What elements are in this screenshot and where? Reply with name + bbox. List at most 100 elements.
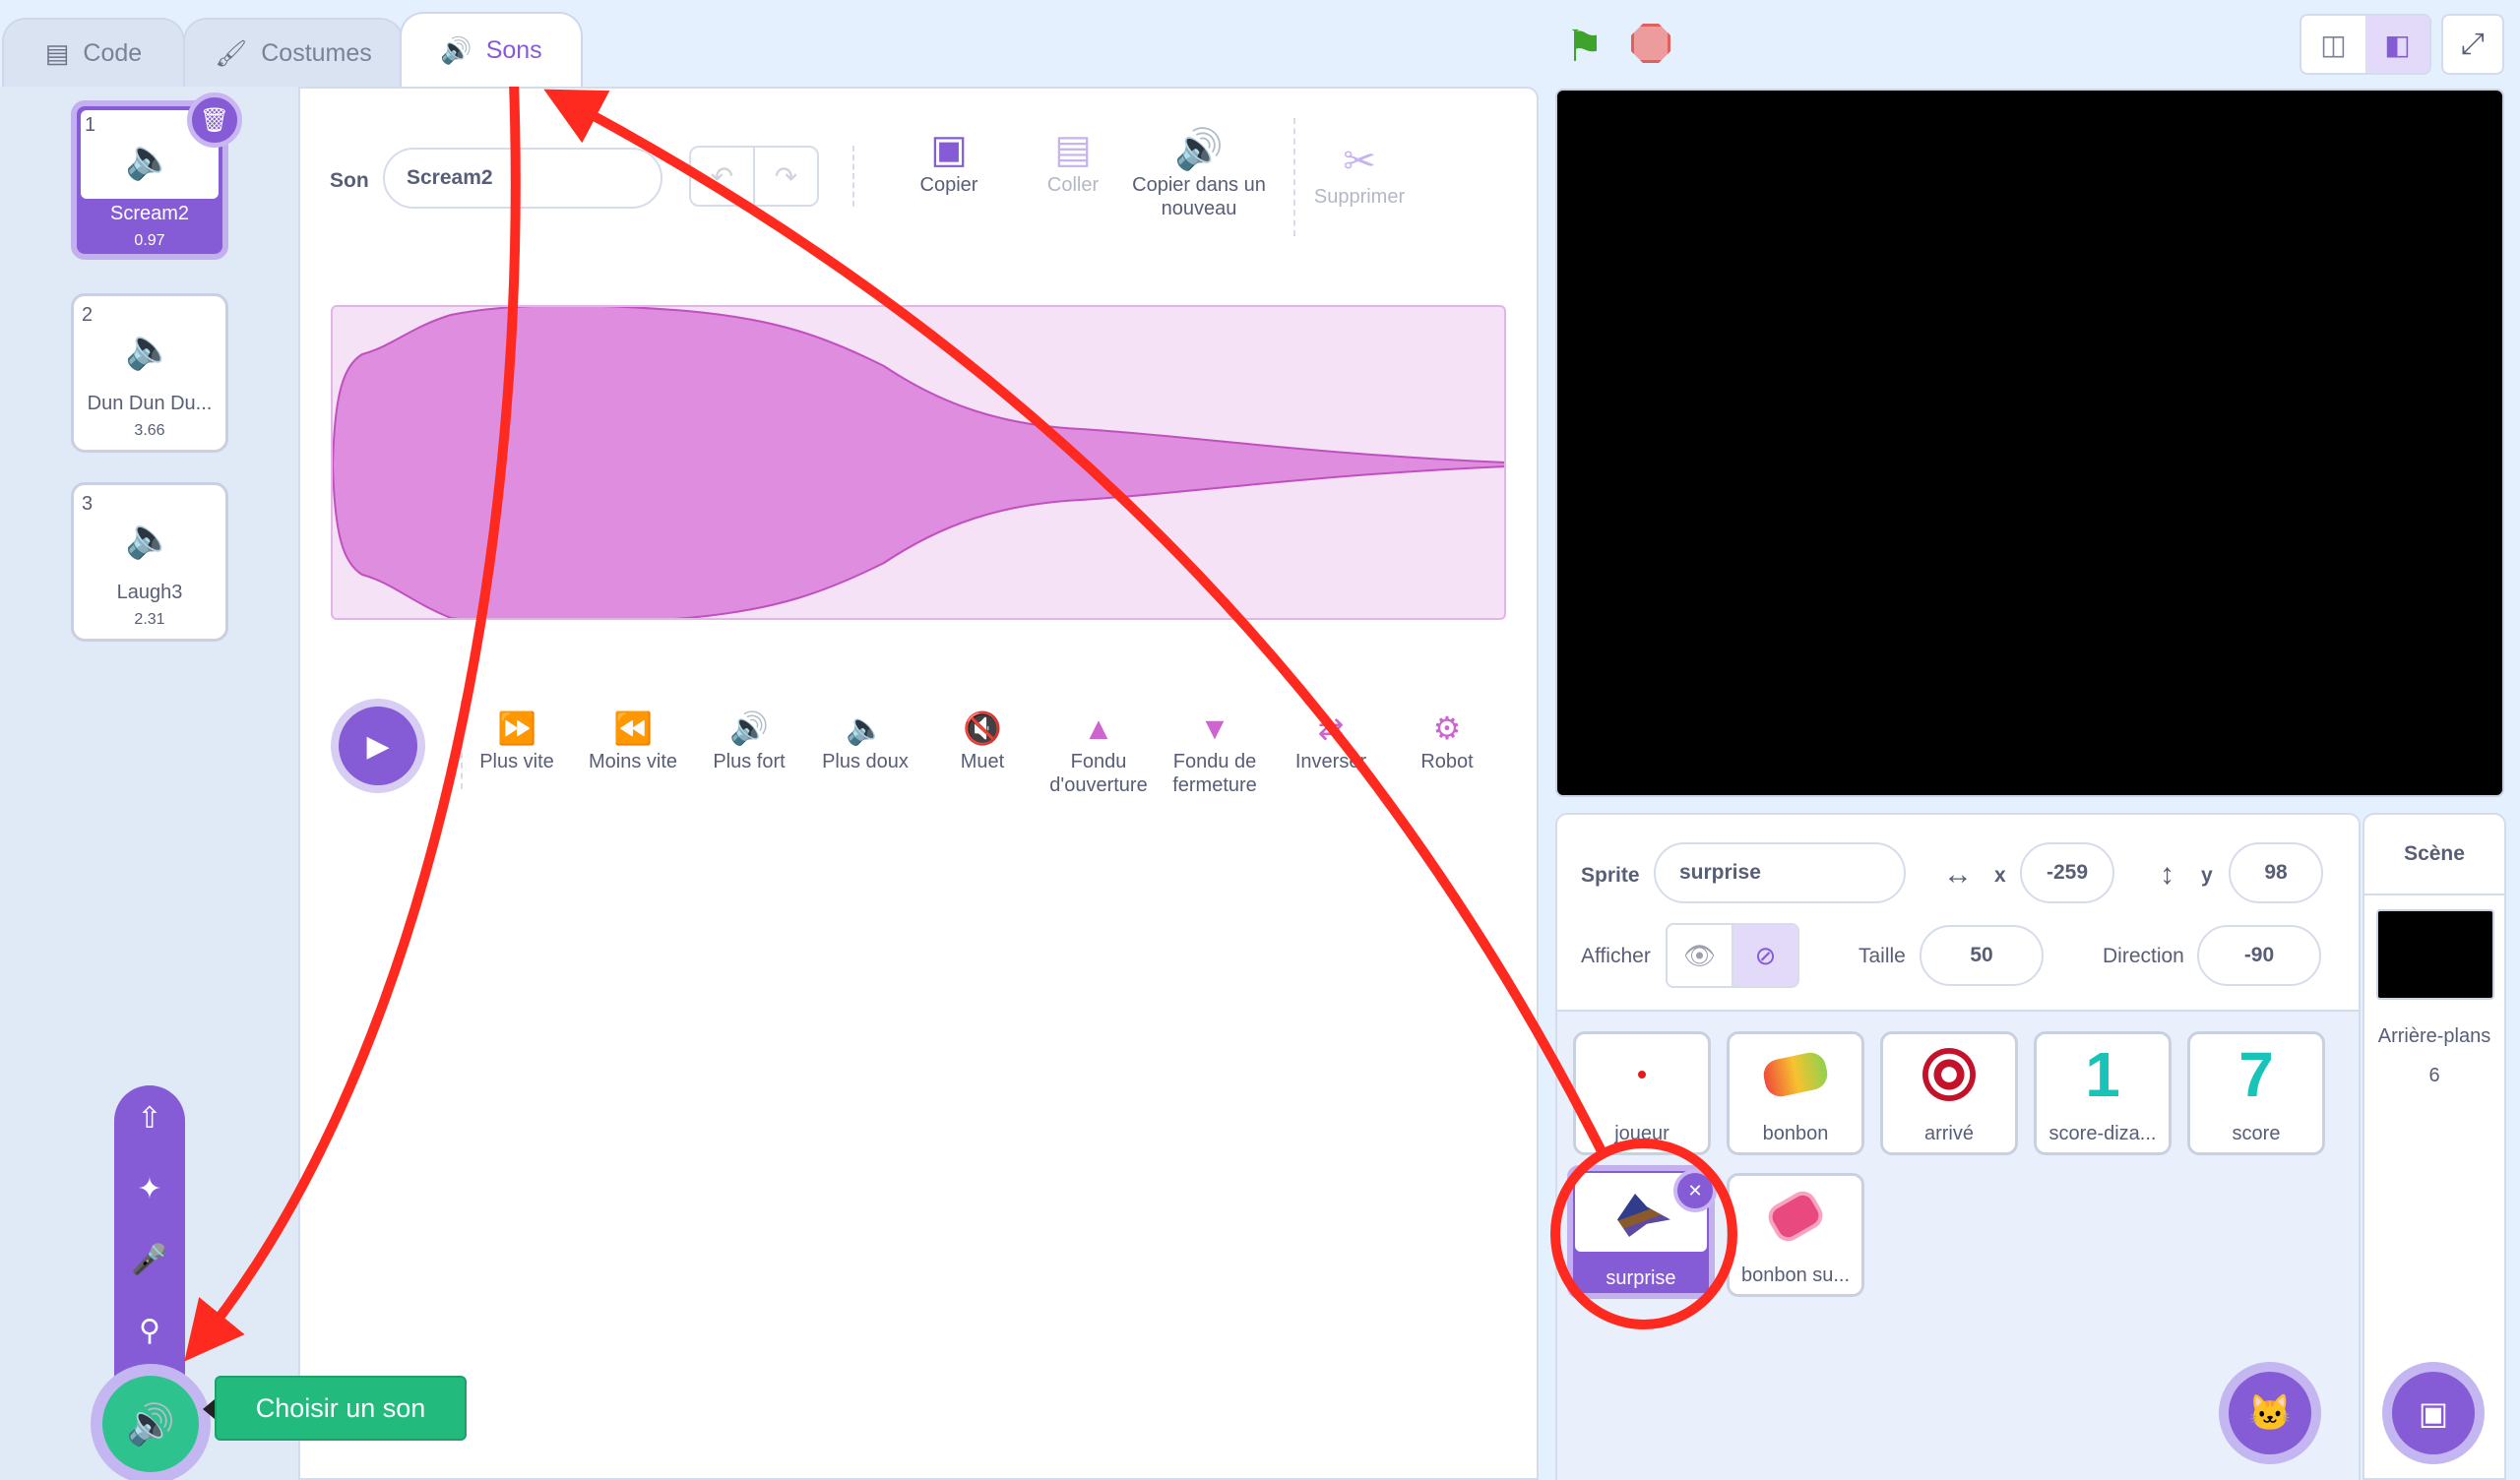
effect-robot[interactable]: ⚙ Robot — [1398, 709, 1496, 773]
copy-to-new-button[interactable]: 🔊 Copier dans un nouveau — [1132, 126, 1266, 220]
visibility-toggle: 👁 ⊘ — [1666, 923, 1799, 988]
small-stage-icon[interactable]: ◫ — [2301, 16, 2365, 73]
effect-fade-in[interactable]: ▲ Fondu d'ouverture — [1040, 709, 1158, 797]
sound-name: Scream2 — [109, 203, 190, 224]
sound-index: 3 — [82, 493, 94, 515]
direction-label: Direction — [2103, 945, 2184, 967]
toolbar-divider — [1293, 118, 1295, 236]
waveform[interactable] — [331, 305, 1506, 620]
show-label: Afficher — [1581, 945, 1651, 967]
delete-selection-button[interactable]: ✂ Supprimer — [1305, 138, 1414, 209]
show-eye-icon[interactable]: 👁 — [1668, 925, 1732, 986]
tab-sons[interactable]: 🔊 Sons — [400, 12, 583, 87]
toolbar-divider — [852, 146, 854, 207]
hide-eye-icon[interactable]: ⊘ — [1732, 925, 1797, 986]
digit-one-icon: 1 — [2085, 1039, 2120, 1110]
brush-icon: 🖌 — [215, 37, 248, 68]
code-icon: ▤ — [44, 37, 70, 68]
candy-icon — [1730, 1040, 1861, 1109]
effect-softer[interactable]: 🔈 Plus doux — [813, 709, 917, 773]
speaker-icon: 🔊 — [440, 34, 472, 65]
stop-icon[interactable] — [1631, 24, 1670, 63]
sound-index: 1 — [85, 114, 96, 136]
fade-in-icon: ▲ — [1083, 710, 1114, 746]
louder-icon: 🔊 — [729, 710, 769, 746]
x-label: x — [1994, 864, 2006, 887]
sprite-info-bar: Sprite surprise ↔ x -259 ↕ y 98 Afficher… — [1557, 815, 2359, 1012]
sprite-name-input[interactable]: surprise — [1654, 842, 1906, 903]
copy-button[interactable]: ▣ Copier — [900, 126, 998, 197]
tab-sons-label: Sons — [485, 35, 542, 64]
add-sprite-button[interactable]: 🐱 — [2219, 1362, 2321, 1464]
delete-sound-button[interactable]: 🗑 — [187, 92, 242, 148]
candy-pink-icon — [1730, 1182, 1861, 1251]
stage-thumbnail — [2376, 909, 2494, 1000]
sprite-tile-score-dizaine[interactable]: 1 score-diza... — [2034, 1031, 2172, 1155]
sprite-tile-bonbon[interactable]: bonbon — [1727, 1031, 1864, 1155]
direction-input[interactable]: -90 — [2197, 925, 2321, 986]
effect-slower[interactable]: ⏪ Moins vite — [581, 709, 685, 773]
waveform-graph — [333, 307, 1504, 618]
upload-icon[interactable]: ⇧ — [114, 1101, 185, 1136]
undo-icon[interactable]: ↶ — [691, 148, 755, 205]
effect-reverse[interactable]: ⇄ Inverser — [1280, 709, 1382, 773]
reverse-icon: ⇄ — [1317, 710, 1345, 746]
microphone-icon[interactable]: 🎤 — [114, 1243, 185, 1277]
copy-icon: ▣ — [930, 128, 968, 171]
effect-mute[interactable]: 🔇 Muet — [935, 709, 1030, 773]
delete-sprite-button[interactable]: ✕ — [1673, 1169, 1717, 1212]
faster-icon: ⏩ — [497, 710, 536, 746]
copy-new-icon: 🔊 — [1174, 128, 1224, 171]
tab-costumes-label: Costumes — [261, 38, 372, 67]
fullscreen-icon[interactable]: ⤢ — [2441, 14, 2504, 75]
sprite-tile-joueur[interactable]: joueur — [1573, 1031, 1711, 1155]
y-input[interactable]: 98 — [2229, 842, 2323, 903]
speaker-icon: 🔈 — [125, 517, 174, 560]
add-sound-icon: 🔊 — [102, 1376, 199, 1472]
sound-duration: 0.97 — [134, 232, 165, 249]
effect-faster[interactable]: ⏩ Plus vite — [471, 709, 563, 773]
fade-out-icon: ▼ — [1199, 710, 1230, 746]
tab-code[interactable]: ▤ Code — [2, 18, 185, 87]
scissors-icon: ✂ — [1343, 140, 1376, 183]
surprise-icon[interactable]: ✦ — [114, 1172, 185, 1206]
sprite-label: Sprite — [1581, 864, 1640, 887]
tab-code-label: Code — [83, 38, 143, 67]
add-sound-button[interactable]: 🔊 — [91, 1364, 211, 1480]
mute-icon: 🔇 — [963, 710, 1002, 746]
sprite-tile-score[interactable]: 7 score — [2187, 1031, 2325, 1155]
backdrops-count: 6 — [2428, 1065, 2440, 1086]
y-label: y — [2201, 864, 2213, 887]
tooltip-arrow — [203, 1399, 215, 1419]
stage-size-toggle: ◫ ◧ — [2300, 14, 2431, 75]
effect-fade-out[interactable]: ▼ Fondu de fermeture — [1162, 709, 1268, 797]
green-flag-icon[interactable]: ⚑ — [1565, 22, 1604, 72]
search-icon[interactable]: ⚲ — [114, 1314, 185, 1348]
sprite-tile-bonbon-surprise[interactable]: bonbon su... — [1727, 1173, 1864, 1297]
effect-louder[interactable]: 🔊 Plus fort — [703, 709, 795, 773]
sprite-tile-arrive[interactable]: arrivé — [1880, 1031, 2018, 1155]
sound-item-3[interactable]: 3 🔈 Laugh3 2.31 — [71, 482, 228, 642]
backdrops-label: Arrière-plans — [2377, 1025, 2491, 1047]
redo-icon[interactable]: ↷ — [755, 148, 817, 205]
tab-costumes[interactable]: 🖌 Costumes — [183, 18, 404, 87]
stage-canvas[interactable] — [1555, 89, 2504, 797]
sound-item-2[interactable]: 2 🔈 Dun Dun Du... 3.66 — [71, 293, 228, 453]
x-input[interactable]: -259 — [2020, 842, 2114, 903]
play-button[interactable]: ▶ — [331, 699, 425, 793]
size-input[interactable]: 50 — [1920, 925, 2044, 986]
normal-stage-icon[interactable]: ◧ — [2365, 16, 2429, 73]
robot-icon: ⚙ — [1432, 710, 1462, 746]
size-label: Taille — [1858, 945, 1906, 967]
sound-duration: 2.31 — [134, 611, 165, 628]
play-icon: ▶ — [366, 729, 390, 763]
candy-wrap-icon — [1883, 1040, 2015, 1109]
softer-icon: 🔈 — [846, 710, 885, 746]
sound-name-input[interactable]: Scream2 — [383, 148, 662, 209]
image-plus-icon: ▣ — [2392, 1372, 2475, 1454]
paste-button[interactable]: ▤ Coller — [1024, 126, 1122, 197]
add-backdrop-button[interactable]: ▣ — [2382, 1362, 2485, 1464]
stage-panel-title: Scène — [2364, 815, 2504, 895]
choose-sound-tooltip: Choisir un son — [215, 1376, 467, 1441]
undo-redo-group: ↶ ↷ — [689, 146, 819, 207]
